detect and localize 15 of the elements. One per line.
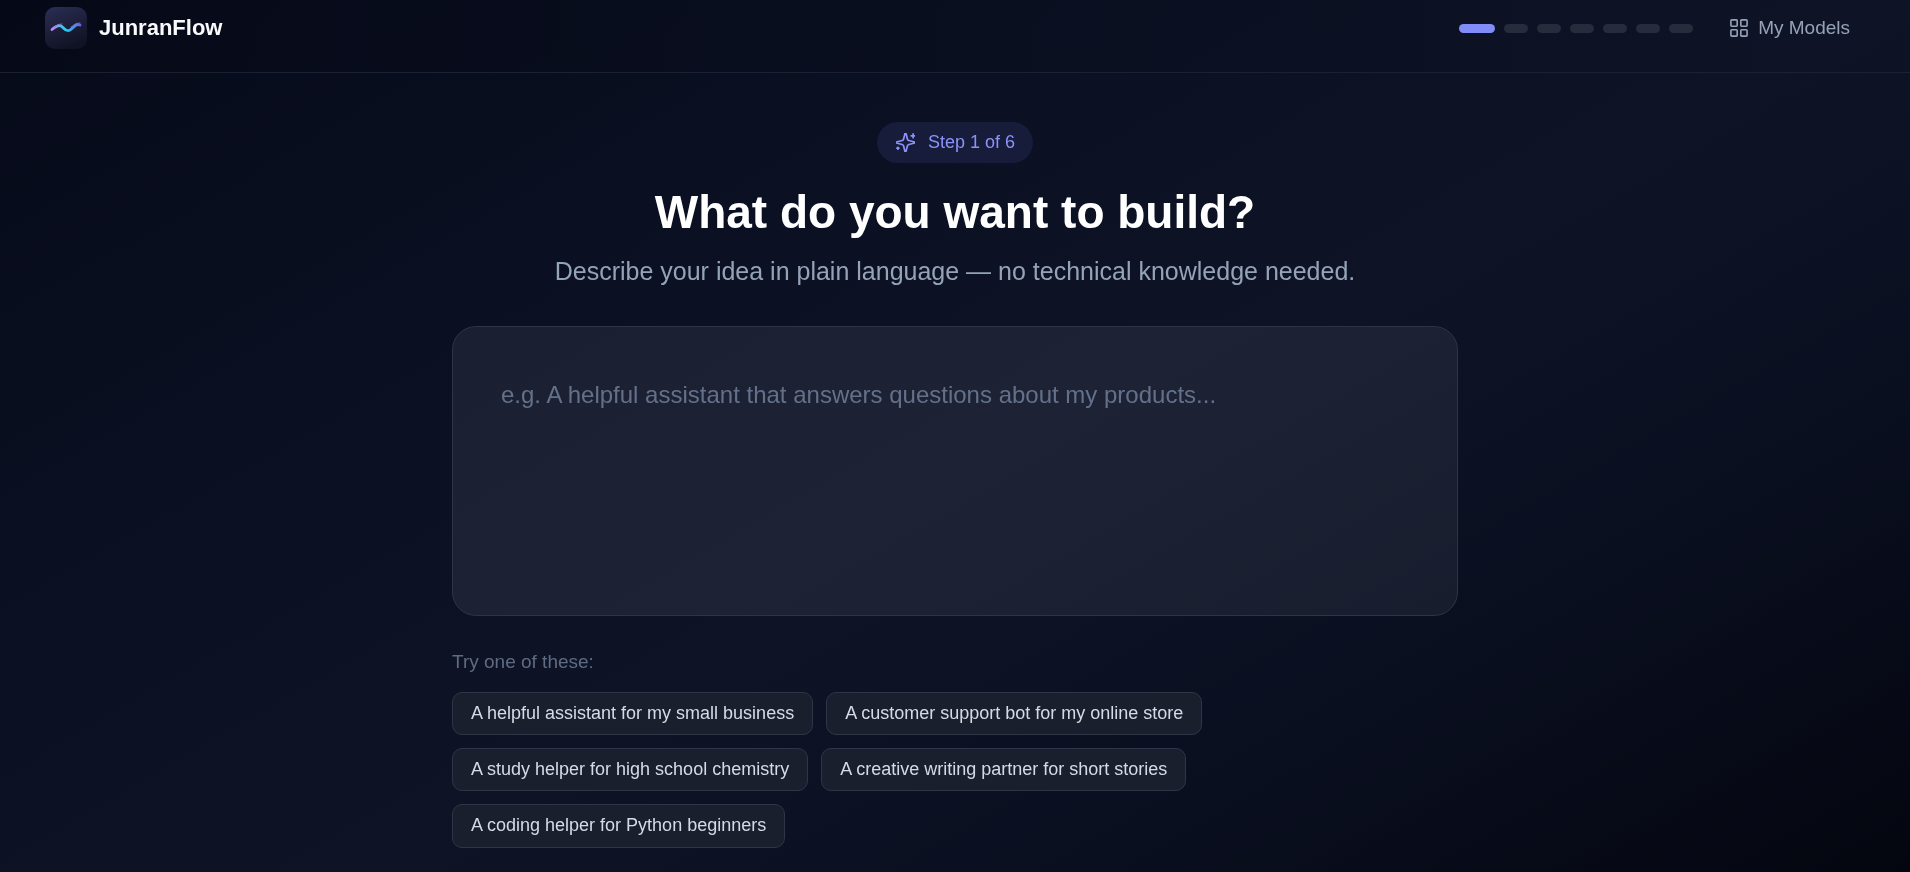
step-text: Step 1 of 6 <box>927 132 1016 153</box>
suggestion-chip[interactable]: A coding helper for Python beginners <box>452 804 786 848</box>
suggestion-chip[interactable]: A helpful assistant for my small business <box>452 692 814 736</box>
wave-logo-icon <box>45 7 87 49</box>
idea-input-field[interactable]: e.g. A helpful assistant that answers questions about my products... <box>452 326 1458 617</box>
suggestion-chip[interactable]: A study helper for high school chemistry <box>452 748 809 792</box>
grid-icon <box>1730 19 1749 37</box>
suggestion-chip[interactable]: A creative writing partner for short stories <box>821 748 1187 792</box>
page-subtitle: Describe your idea in plain language — no technical knowledge needed. <box>554 255 1356 287</box>
suggestions-label: Try one of these: <box>452 650 594 675</box>
page-title: What do you want to build? <box>654 186 1256 239</box>
brand-name: JunranFlow <box>99 14 223 42</box>
my-models-button[interactable]: My Models <box>1718 10 1862 46</box>
suggestion-chip[interactable]: A customer support bot for my online store <box>826 692 1203 736</box>
sparkle-icon <box>895 133 915 152</box>
